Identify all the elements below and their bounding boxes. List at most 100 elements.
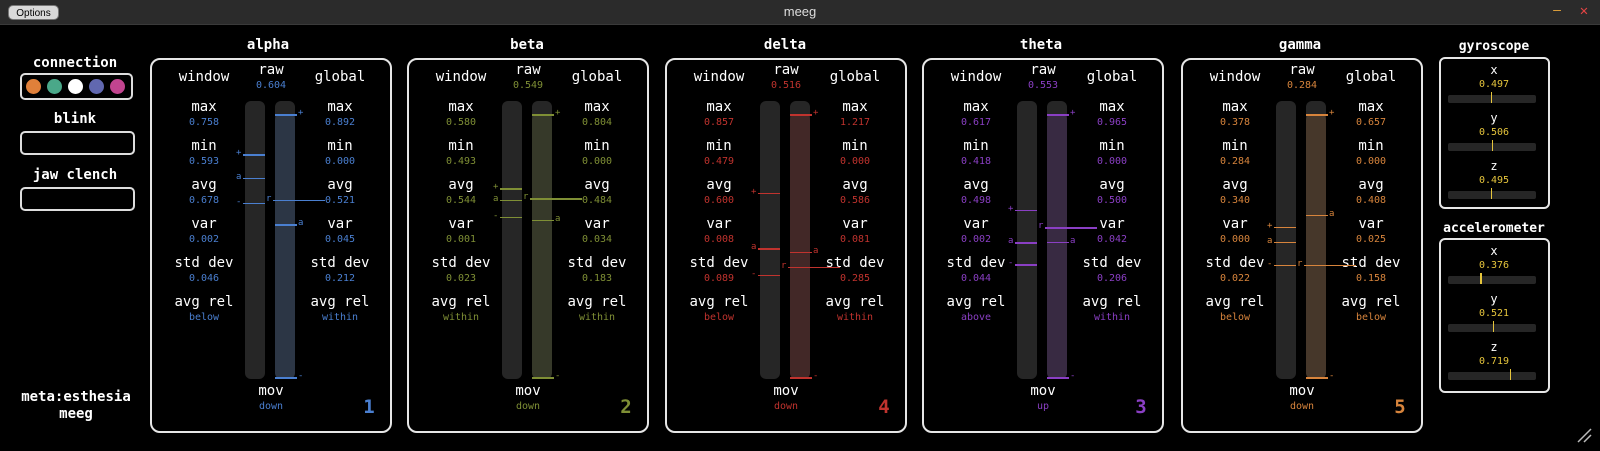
- global-avg-rel-label: avg rel: [1341, 294, 1401, 310]
- resize-grip-icon[interactable]: [1576, 427, 1592, 443]
- global-range-bar: + a r -: [1297, 101, 1356, 381]
- mov-value: down: [773, 401, 799, 412]
- bar-marker: [1015, 264, 1037, 266]
- global-header: global: [571, 69, 623, 85]
- global-var-label: var: [842, 216, 868, 232]
- window-std-dev-label: std dev: [1205, 255, 1265, 271]
- global-range-fill: [1306, 114, 1326, 379]
- mov-value: down: [258, 401, 284, 412]
- bar-marker: [1047, 377, 1069, 379]
- window-min-value: 0.284: [1219, 156, 1251, 167]
- options-button[interactable]: Options: [8, 5, 59, 20]
- global-max-value: 1.217: [839, 117, 871, 128]
- bar-marker-label: +: [1070, 108, 1076, 119]
- window-max-label: max: [1222, 99, 1248, 115]
- window-var-value: 0.002: [188, 234, 220, 245]
- global-var-value: 0.034: [581, 234, 613, 245]
- bar-marker: [790, 114, 812, 116]
- bar-marker-label: r: [266, 193, 272, 204]
- bar-marker-label: r: [523, 192, 529, 203]
- bar-marker: [243, 177, 265, 180]
- mov-value: down: [515, 401, 541, 412]
- window-std-dev-label: std dev: [689, 255, 749, 271]
- blink-label: blink: [53, 111, 97, 127]
- bar-marker: [500, 199, 522, 202]
- bar-marker: [273, 199, 325, 202]
- bar-marker-label: a: [751, 242, 757, 253]
- bar-marker: [275, 224, 297, 226]
- global-header: global: [1086, 69, 1138, 85]
- global-range-fill: [532, 114, 552, 379]
- window-avg-value: 0.678: [188, 195, 220, 206]
- global-avg-label: avg: [1099, 177, 1125, 193]
- bar-marker: [1306, 377, 1328, 379]
- bar-marker: [1274, 226, 1296, 229]
- bar-marker-label: a: [555, 213, 561, 224]
- bar-marker: [758, 274, 780, 277]
- mov-label: mov: [1030, 383, 1056, 399]
- accelerometer-x-indicator: [1480, 273, 1482, 284]
- raw-value: 0.549: [512, 80, 544, 91]
- window-range-bar: + a -: [751, 101, 780, 379]
- global-range-bar: + a r -: [1038, 101, 1097, 381]
- brand-line-2: meeg: [59, 406, 93, 422]
- global-avg-rel-value: within: [836, 312, 874, 323]
- gyroscope-x-indicator: [1490, 92, 1493, 103]
- close-button[interactable]: ✕: [1576, 3, 1592, 19]
- bar-marker-label: +: [493, 182, 499, 192]
- global-var-value: 0.025: [1355, 234, 1387, 245]
- global-max-label: max: [842, 99, 868, 115]
- connection-dot: [110, 79, 125, 94]
- band-number: 3: [1135, 396, 1147, 418]
- bar-marker-label: a: [1008, 236, 1014, 247]
- window-avg-label: avg: [448, 177, 474, 193]
- global-min-label: min: [1099, 138, 1125, 154]
- window-avg-rel-value: below: [188, 312, 220, 323]
- mov-label: mov: [515, 383, 541, 399]
- bar-marker: [530, 198, 582, 200]
- bar-marker: [1304, 264, 1356, 267]
- bar-marker-label: r: [1038, 221, 1044, 232]
- bar-marker-label: -: [555, 371, 561, 381]
- window-std-dev-value: 0.089: [703, 273, 735, 284]
- global-max-value: 0.892: [324, 117, 356, 128]
- minimize-button[interactable]: –: [1549, 3, 1565, 19]
- window-avg-rel-value: within: [442, 312, 480, 323]
- window-std-dev-label: std dev: [174, 255, 234, 271]
- band-number: 4: [878, 396, 890, 418]
- bar-marker-label: a: [493, 193, 499, 204]
- gyroscope-y-label: y: [1490, 111, 1498, 125]
- global-min-label: min: [1358, 138, 1384, 154]
- bar-marker: [243, 154, 265, 156]
- window-var-value: 0.001: [445, 234, 477, 245]
- global-std-dev-value: 0.285: [839, 273, 871, 284]
- gyroscope-z-label: z: [1490, 159, 1498, 173]
- gyroscope-y-track: [1448, 140, 1536, 151]
- bar-marker-label: -: [298, 371, 304, 381]
- blink-indicator: [20, 131, 135, 155]
- global-var-label: var: [584, 216, 610, 232]
- global-var-label: var: [1358, 216, 1384, 232]
- window-avg-value: 0.340: [1219, 195, 1251, 206]
- window-min-value: 0.593: [188, 156, 220, 167]
- raw-label: raw: [1030, 62, 1056, 78]
- accelerometer-z-track: [1448, 369, 1536, 380]
- mov-label: mov: [1289, 383, 1315, 399]
- window-min-value: 0.493: [445, 156, 477, 167]
- global-min-label: min: [584, 138, 610, 154]
- global-range-bar: + a r -: [781, 101, 840, 381]
- global-max-label: max: [327, 99, 353, 115]
- global-std-dev-value: 0.158: [1355, 273, 1387, 284]
- bar-marker: [790, 377, 812, 379]
- window-avg-value: 0.544: [445, 195, 477, 206]
- band-panel-beta: window global raw 0.549 max 0.580 max 0.804 min 0…: [407, 58, 649, 433]
- band-panel-gamma: window global raw 0.284 max 0.378 max 0.657 min 0…: [1181, 58, 1423, 433]
- bar-marker: [243, 202, 265, 205]
- brand-line-1: meta:esthesia: [21, 389, 131, 405]
- bar-marker-label: a: [1267, 235, 1273, 246]
- bar-marker-label: -: [813, 371, 819, 381]
- window-max-value: 0.580: [445, 117, 477, 128]
- window-title: meeg: [783, 4, 817, 19]
- gyroscope-y-value: 0.506: [1478, 127, 1510, 138]
- bar-marker-label: -: [751, 268, 757, 279]
